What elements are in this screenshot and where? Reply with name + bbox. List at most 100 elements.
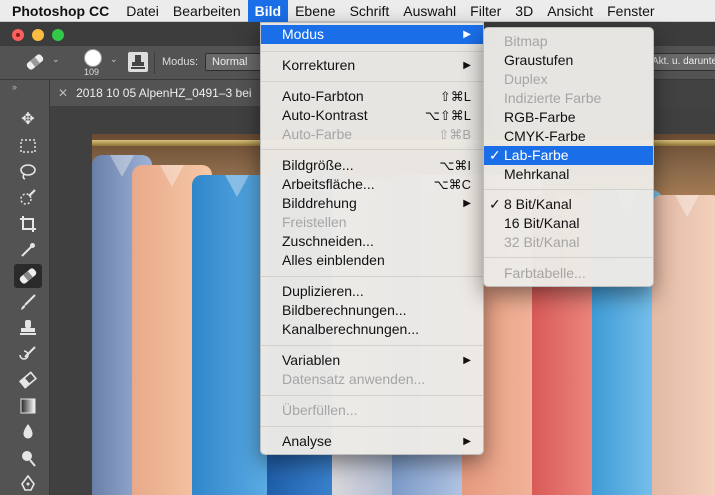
modus-label: Modus:	[162, 56, 199, 68]
quick-select-icon[interactable]	[14, 186, 42, 210]
menu-item-variablen[interactable]: Variablen ▶	[261, 351, 483, 370]
bild-menu: Modus ▶ Korrekturen ▶ Auto-Farbton ⇧⌘L Auto…	[260, 22, 484, 455]
menu-item-label: 16 Bit/Kanal	[504, 215, 580, 231]
menu-item-label: Korrekturen	[282, 57, 356, 73]
submenu-arrow-icon: ▶	[463, 29, 471, 40]
menu-item-8-bit[interactable]: ✓ 8 Bit/Kanal	[484, 195, 653, 214]
checkmark-icon: ✓	[489, 196, 501, 212]
pen-icon[interactable]	[14, 472, 42, 495]
menu-item-rgb-farbe[interactable]: RGB-Farbe	[484, 108, 653, 127]
brush-icon[interactable]	[14, 290, 42, 314]
chevron-down-icon[interactable]: ⌄	[52, 54, 60, 65]
menu-filter[interactable]: Filter	[463, 0, 508, 22]
menu-bearbeiten[interactable]: Bearbeiten	[166, 0, 248, 22]
menu-item-label: Graustufen	[504, 52, 574, 68]
menu-item-graustufen[interactable]: Graustufen	[484, 51, 653, 70]
menu-item-kanalberechnungen[interactable]: Kanalberechnungen...	[261, 320, 483, 339]
close-tab-icon[interactable]: ✕	[58, 86, 68, 100]
marquee-icon[interactable]	[14, 134, 42, 158]
menu-schrift[interactable]: Schrift	[343, 0, 397, 22]
menu-item-label: RGB-Farbe	[504, 109, 576, 125]
chevron-down-icon[interactable]: ⌄	[110, 54, 118, 65]
menu-item-16-bit[interactable]: 16 Bit/Kanal	[484, 214, 653, 233]
menu-bild[interactable]: Bild	[247, 0, 289, 22]
menu-item-lab-farbe[interactable]: ✓ Lab-Farbe	[484, 146, 653, 165]
zoom-window-button[interactable]	[52, 29, 64, 41]
menu-item-auto-farbton[interactable]: Auto-Farbton ⇧⌘L	[261, 87, 483, 106]
healing-brush-preset-icon[interactable]	[24, 52, 46, 72]
menu-item-arbeitsflaeche[interactable]: Arbeitsfläche... ⌥⌘C	[261, 175, 483, 194]
shortcut-label: ⇧⌘B	[438, 127, 471, 142]
menu-item-bilddrehung[interactable]: Bilddrehung ▶	[261, 194, 483, 213]
menu-item-label: Lab-Farbe	[504, 147, 569, 163]
brush-preview-icon[interactable]	[84, 49, 102, 67]
menu-separator	[261, 149, 483, 150]
menu-item-korrekturen[interactable]: Korrekturen ▶	[261, 56, 483, 75]
menu-item-bildgroesse[interactable]: Bildgröße... ⌥⌘I	[261, 156, 483, 175]
menu-datei[interactable]: Datei	[119, 0, 166, 22]
crop-icon[interactable]	[14, 212, 42, 236]
brush-size: 109	[84, 67, 100, 77]
menu-item-label: Variablen	[282, 352, 341, 368]
menu-item-bitmap: Bitmap	[484, 32, 653, 51]
menu-item-modus[interactable]: Modus ▶	[261, 25, 483, 44]
menu-item-zuschneiden[interactable]: Zuschneiden...	[261, 232, 483, 251]
menu-item-datensatz-anwenden: Datensatz anwenden...	[261, 370, 483, 389]
shortcut-label: ⇧⌘L	[439, 89, 471, 104]
document-tab[interactable]: ✕ 2018 10 05 AlpenHZ_0491–3 bei	[50, 80, 280, 106]
blur-icon[interactable]	[14, 420, 42, 444]
checkmark-icon: ✓	[489, 147, 501, 163]
menu-auswahl[interactable]: Auswahl	[396, 0, 463, 22]
brush-settings-icon[interactable]	[128, 52, 148, 72]
menu-separator	[261, 276, 483, 277]
document-title: 2018 10 05 AlpenHZ_0491–3 bei	[76, 86, 252, 100]
minimize-window-button[interactable]	[32, 29, 44, 41]
menu-ebene[interactable]: Ebene	[288, 0, 342, 22]
close-window-button[interactable]	[12, 29, 24, 41]
eraser-icon[interactable]	[14, 368, 42, 392]
menu-item-label: Alles einblenden	[282, 252, 385, 268]
menu-item-duplizieren[interactable]: Duplizieren...	[261, 282, 483, 301]
menu-item-label: 8 Bit/Kanal	[504, 196, 572, 212]
eyedropper-icon[interactable]	[14, 238, 42, 262]
menu-item-analyse[interactable]: Analyse ▶	[261, 432, 483, 451]
menu-item-label: Duplizieren...	[282, 283, 364, 299]
menu-item-alles-einblenden[interactable]: Alles einblenden	[261, 251, 483, 270]
submenu-arrow-icon: ▶	[463, 355, 471, 366]
modus-select[interactable]: Normal	[205, 53, 265, 71]
menu-item-label: 32 Bit/Kanal	[504, 234, 580, 250]
menu-bar: Photoshop CC Datei Bearbeiten Bild Ebene…	[0, 0, 715, 22]
menu-item-label: Datensatz anwenden...	[282, 371, 426, 387]
shortcut-label: ⌥⇧⌘L	[424, 108, 471, 123]
dodge-icon[interactable]	[14, 446, 42, 470]
history-brush-icon[interactable]	[14, 342, 42, 366]
menu-separator	[261, 81, 483, 82]
menu-item-auto-kontrast[interactable]: Auto-Kontrast ⌥⇧⌘L	[261, 106, 483, 125]
healing-brush-icon[interactable]	[14, 264, 42, 288]
menu-item-32-bit: 32 Bit/Kanal	[484, 233, 653, 252]
clone-stamp-icon[interactable]	[14, 316, 42, 340]
lasso-icon[interactable]	[14, 160, 42, 184]
move-icon[interactable]: ✥	[14, 108, 42, 132]
menu-item-cmyk-farbe[interactable]: CMYK-Farbe	[484, 127, 653, 146]
menu-item-label: Modus	[282, 26, 325, 42]
sample-select[interactable]: Akt. u. darunter	[645, 53, 715, 71]
menu-item-label: Auto-Farbe	[282, 126, 353, 142]
menu-item-bildberechnungen[interactable]: Bildberechnungen...	[261, 301, 483, 320]
menu-item-label: CMYK-Farbe	[504, 128, 586, 144]
menu-item-duplex: Duplex	[484, 70, 653, 89]
menu-separator	[261, 51, 483, 52]
menu-ansicht[interactable]: Ansicht	[540, 0, 600, 22]
menu-item-label: Bildgröße...	[282, 157, 354, 173]
panel-grip-icon[interactable]: ››	[12, 82, 17, 92]
gradient-icon[interactable]	[14, 394, 42, 418]
shortcut-label: ⌥⌘I	[439, 158, 471, 173]
menu-item-mehrkanal[interactable]: Mehrkanal	[484, 165, 653, 184]
menu-3d[interactable]: 3D	[508, 0, 540, 22]
app-name[interactable]: Photoshop CC	[0, 3, 119, 19]
menu-separator	[484, 189, 653, 190]
modus-submenu: Bitmap Graustufen Duplex Indizierte Farb…	[483, 27, 654, 287]
menu-item-label: Freistellen	[282, 214, 347, 230]
options-divider	[154, 52, 155, 74]
menu-fenster[interactable]: Fenster	[600, 0, 661, 22]
